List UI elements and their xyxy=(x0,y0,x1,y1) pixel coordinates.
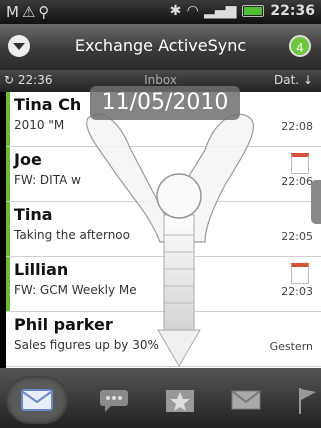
tab-inbox[interactable] xyxy=(6,376,68,424)
flag-icon xyxy=(298,388,316,414)
starred-icon xyxy=(166,390,194,412)
inbox-icon xyxy=(21,389,53,411)
bottom-tab-bar xyxy=(0,368,321,428)
tab-unread[interactable] xyxy=(224,380,268,420)
date-scrubber-overlay: 11/05/2010 xyxy=(90,86,240,120)
tab-starred[interactable] xyxy=(158,380,202,420)
swipe-down-arrow-icon xyxy=(156,173,202,367)
tab-flagged[interactable] xyxy=(290,380,321,420)
pinch-gesture-illustration xyxy=(86,113,255,367)
tab-conversations[interactable] xyxy=(92,380,136,420)
unread-icon xyxy=(231,390,261,410)
conversation-icon xyxy=(100,390,128,412)
